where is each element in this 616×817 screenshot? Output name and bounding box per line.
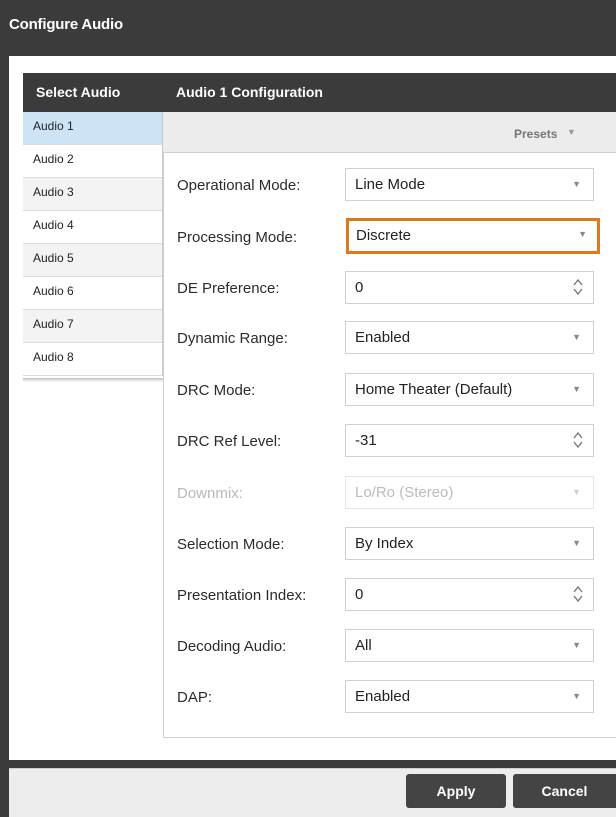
dialog-title-bar[interactable]: Configure Audio	[0, 0, 616, 48]
dynamic-range-value: Enabled	[355, 329, 411, 346]
sidebar-item-audio-6[interactable]: Audio 6	[23, 277, 163, 310]
audio-configuration-header: Audio 1 Configuration	[176, 84, 323, 100]
dap-label: DAP:	[177, 689, 213, 706]
caret-down-icon: ▼	[572, 691, 581, 701]
caret-down-icon: ▼	[578, 229, 587, 239]
dialog-title: Configure Audio	[9, 16, 123, 33]
spinner-arrows-icon[interactable]	[573, 586, 583, 602]
caret-down-icon: ▼	[572, 332, 581, 342]
dynamic-range-label: Dynamic Range:	[177, 330, 288, 347]
downmix-value: Lo/Ro (Stereo)	[355, 484, 454, 501]
operational-mode-label: Operational Mode:	[177, 177, 301, 194]
sidebar-item-audio-2[interactable]: Audio 2	[23, 145, 163, 178]
operational-mode-select[interactable]: Line Mode ▼	[345, 168, 594, 201]
decoding-audio-select[interactable]: All ▼	[345, 629, 594, 662]
drc-mode-value: Home Theater (Default)	[355, 381, 513, 398]
sidebar-item-audio-8[interactable]: Audio 8	[23, 343, 163, 376]
sidebar-item-audio-1[interactable]: Audio 1	[23, 112, 163, 145]
presentation-index-label: Presentation Index:	[177, 587, 307, 604]
spinner-arrows-icon[interactable]	[573, 432, 583, 448]
sidebar-item-audio-7[interactable]: Audio 7	[23, 310, 163, 343]
dynamic-range-select[interactable]: Enabled ▼	[345, 321, 594, 354]
drc-ref-level-value: -31	[355, 432, 377, 449]
processing-mode-value: Discrete	[356, 227, 412, 244]
dap-value: Enabled	[355, 688, 411, 705]
downmix-label: Downmix:	[177, 485, 243, 502]
dap-select[interactable]: Enabled ▼	[345, 680, 594, 713]
decoding-audio-label: Decoding Audio:	[177, 638, 287, 655]
apply-button[interactable]: Apply	[406, 774, 506, 808]
selection-mode-select[interactable]: By Index ▼	[345, 527, 594, 560]
selection-mode-label: Selection Mode:	[177, 536, 285, 553]
caret-down-icon: ▼	[572, 384, 581, 394]
drc-mode-label: DRC Mode:	[177, 382, 256, 399]
sidebar-item-audio-5[interactable]: Audio 5	[23, 244, 163, 277]
selection-mode-value: By Index	[355, 535, 414, 552]
caret-down-icon: ▼	[572, 487, 581, 497]
caret-down-icon: ▼	[572, 640, 581, 650]
caret-down-icon: ▼	[572, 538, 581, 548]
sidebar-item-audio-3[interactable]: Audio 3	[23, 178, 163, 211]
sidebar-shadow	[23, 378, 164, 382]
de-preference-value: 0	[355, 279, 364, 296]
spinner-arrows-icon[interactable]	[573, 279, 583, 295]
operational-mode-value: Line Mode	[355, 176, 426, 193]
drc-ref-level-label: DRC Ref Level:	[177, 433, 282, 450]
cancel-button[interactable]: Cancel	[513, 774, 616, 808]
configure-audio-dialog: Configure Audio Select Audio Audio 1 Con…	[0, 0, 616, 817]
dialog-footer-edge	[0, 768, 9, 817]
sidebar-item-audio-4[interactable]: Audio 4	[23, 211, 163, 244]
audio-list-sidebar: Audio 1 Audio 2 Audio 3 Audio 4 Audio 5 …	[23, 112, 163, 382]
caret-down-icon[interactable]: ▼	[567, 127, 576, 137]
processing-mode-select[interactable]: Discrete ▼	[346, 218, 600, 254]
select-audio-header: Select Audio	[36, 84, 121, 100]
drc-mode-select[interactable]: Home Theater (Default) ▼	[345, 373, 594, 406]
presentation-index-value: 0	[355, 586, 364, 603]
downmix-select: Lo/Ro (Stereo) ▼	[345, 476, 594, 509]
drc-ref-level-spinner[interactable]: -31	[345, 424, 594, 457]
caret-down-icon: ▼	[572, 179, 581, 189]
presets-dropdown[interactable]: Presets	[514, 127, 557, 141]
decoding-audio-value: All	[355, 637, 372, 654]
de-preference-label: DE Preference:	[177, 280, 280, 297]
de-preference-spinner[interactable]: 0	[345, 271, 594, 304]
processing-mode-label: Processing Mode:	[177, 229, 298, 246]
presentation-index-spinner[interactable]: 0	[345, 578, 594, 611]
